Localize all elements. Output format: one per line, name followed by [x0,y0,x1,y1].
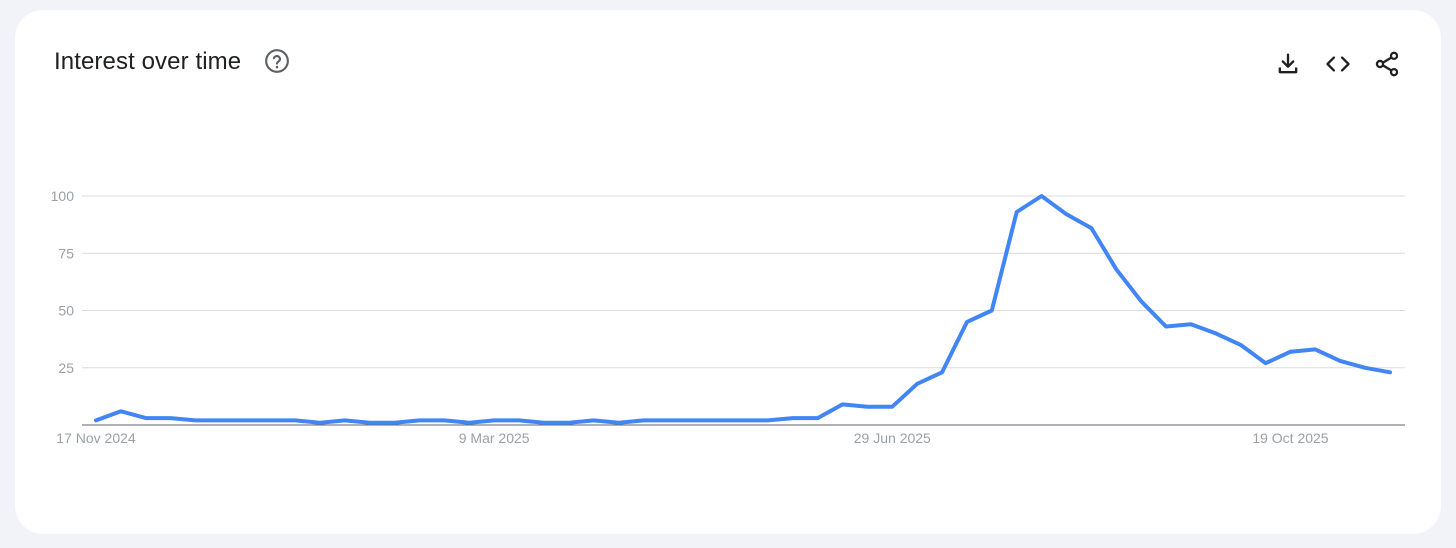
x-tick-label: 19 Oct 2025 [1252,430,1328,446]
data-point [342,417,348,423]
x-tick-label: 29 Jun 2025 [854,430,931,446]
data-point [317,420,323,426]
data-point [1039,193,1045,199]
data-point [591,417,597,423]
data-point [1163,324,1169,330]
data-point [1113,266,1119,272]
data-point [1213,330,1219,336]
data-point [267,417,273,423]
x-tick-label: 9 Mar 2025 [459,430,530,446]
data-point [242,417,248,423]
data-point [765,417,771,423]
data-point [864,404,870,410]
data-point [889,404,895,410]
data-point [1064,211,1070,217]
data-point [640,417,646,423]
data-point [292,417,298,423]
data-point [566,420,572,426]
x-tick-label: 17 Nov 2024 [56,430,136,446]
data-point [516,417,522,423]
data-point [939,369,945,375]
y-tick-label: 50 [58,303,74,319]
interest-line-chart: 25 50 75 100 17 Nov 2024 9 Mar 2025 29 Jun 202… [51,188,1405,446]
data-point [964,319,970,325]
data-point [1337,358,1343,364]
data-point [93,417,99,423]
y-tick-label: 75 [58,245,74,261]
data-point [989,308,995,314]
data-point [1263,360,1269,366]
data-point [143,415,149,421]
data-point [1238,342,1244,348]
data-point [217,417,223,423]
data-point [1362,365,1368,371]
data-point [392,420,398,426]
data-point [1138,298,1144,304]
data-point [690,417,696,423]
interest-series-line [94,194,1392,425]
data-point [168,415,174,421]
data-point [815,415,821,421]
data-point [914,381,920,387]
data-point [441,417,447,423]
data-point [715,417,721,423]
interest-over-time-card: Interest over time 25 50 75 100 17 Nov 2024 9… [15,10,1441,534]
data-point [665,417,671,423]
data-point [417,417,423,423]
data-point [616,420,622,426]
data-point [466,420,472,426]
data-point [491,417,497,423]
data-point [1188,321,1194,327]
data-point [1014,209,1020,215]
data-point [1387,369,1393,375]
data-point [1287,349,1293,355]
data-point [541,420,547,426]
data-point [1312,346,1318,352]
data-point [367,420,373,426]
data-point [193,417,199,423]
data-point [790,415,796,421]
data-point [118,408,124,414]
y-tick-label: 25 [58,360,74,376]
data-point [740,417,746,423]
data-point [840,401,846,407]
y-tick-label: 100 [51,188,75,204]
data-point [1088,225,1094,231]
